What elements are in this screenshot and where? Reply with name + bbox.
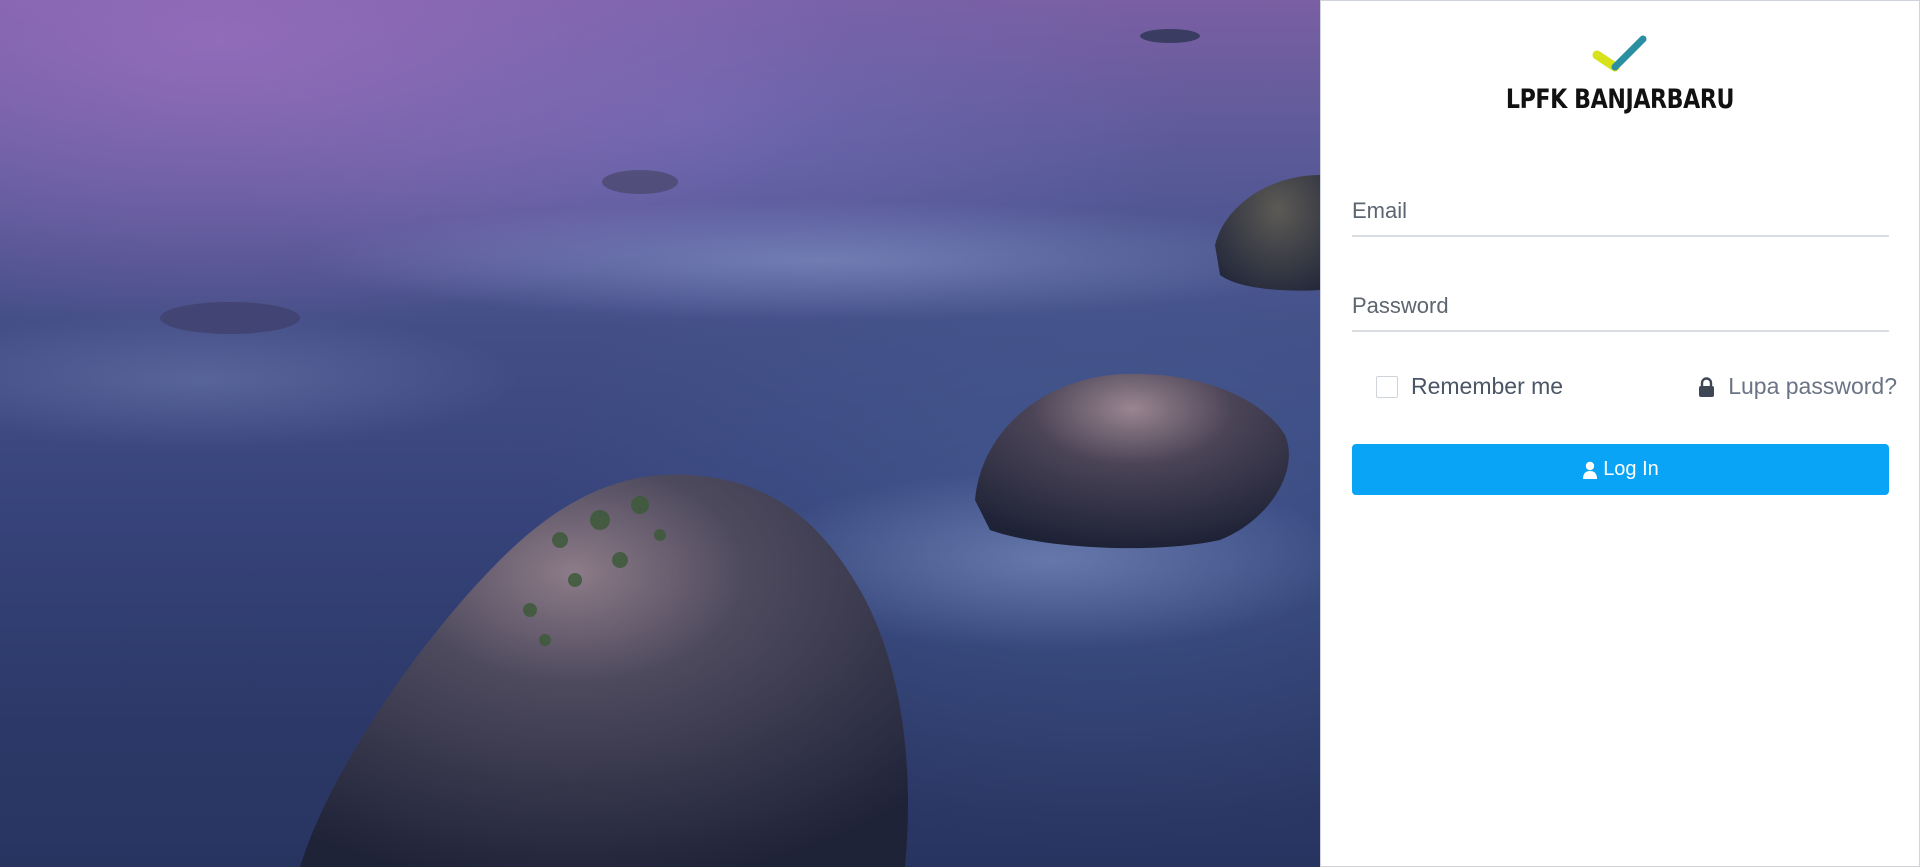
remember-me-toggle[interactable]: Remember me: [1376, 373, 1563, 400]
lock-icon: [1699, 376, 1715, 397]
password-field: [1352, 284, 1889, 332]
brand-name: LPFK BANJARBARU: [1505, 84, 1735, 115]
email-field: [1352, 189, 1889, 237]
password-input[interactable]: [1352, 284, 1889, 328]
rocks-illustration: [0, 29, 1320, 867]
login-button-label: Log In: [1603, 458, 1659, 480]
remember-me-checkbox[interactable]: [1376, 375, 1398, 398]
user-icon: [1583, 461, 1598, 479]
login-panel: LPFK BANJARBARU Remember me Lupa passwor…: [1320, 0, 1920, 867]
forgot-password-label: Lupa password?: [1728, 373, 1897, 399]
brand-logo: LPFK BANJARBARU: [1321, 31, 1919, 115]
email-input[interactable]: [1352, 189, 1889, 233]
remember-me-label: Remember me: [1411, 373, 1564, 399]
login-page: LPFK BANJARBARU Remember me Lupa passwor…: [0, 0, 1920, 867]
login-button[interactable]: Log In: [1352, 444, 1889, 495]
background-photo: [0, 0, 1320, 867]
checkmark-logo-icon: [1592, 35, 1647, 72]
forgot-password-link[interactable]: Lupa password?: [1698, 373, 1897, 400]
